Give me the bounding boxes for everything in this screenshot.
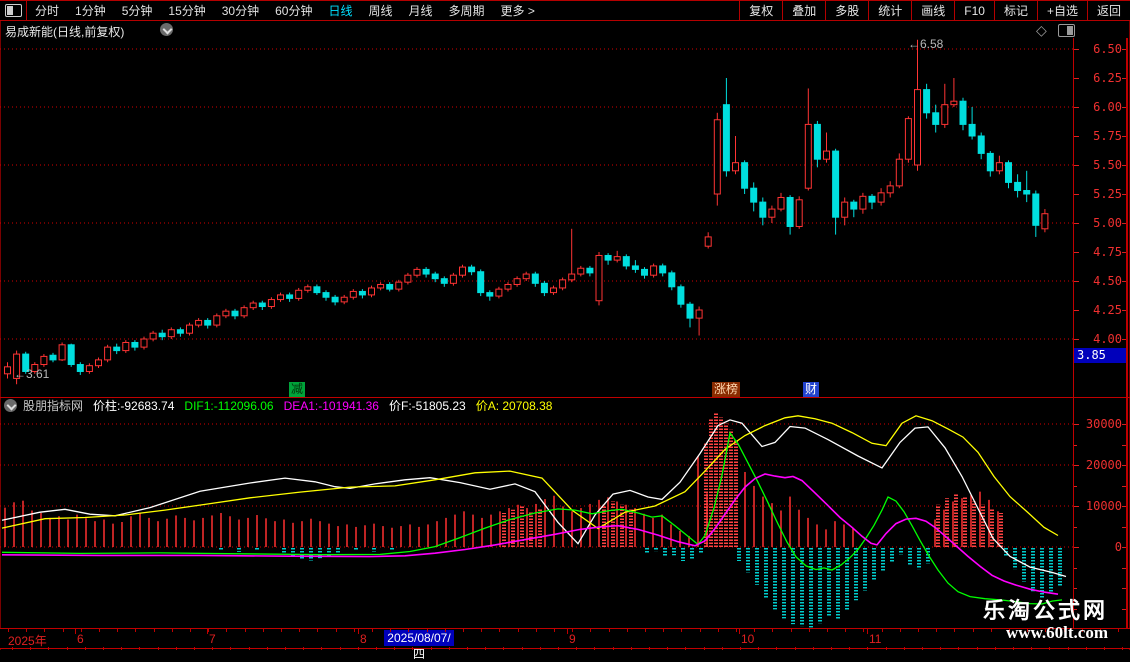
diamond-icon[interactable]: ◇ (1036, 22, 1047, 39)
price-tick-label: 4.25 (1093, 303, 1122, 317)
month-label-9: 9 (569, 632, 576, 646)
panel-toggle-icon (5, 4, 22, 17)
date-axis[interactable]: 2025年 6 7 8 9 10 11 2025/08/07/四 (0, 628, 1130, 649)
toolbar-right-group: 复权 叠加 多股 统计 画线 F10 标记 +自选 返回 (739, 1, 1130, 20)
indicator-svg (0, 412, 1073, 628)
title-dropdown-icon[interactable] (160, 23, 173, 36)
button-multistock[interactable]: 多股 (825, 1, 868, 20)
tab-60min[interactable]: 60分钟 (275, 2, 312, 19)
top-toolbar: 分时 1分钟 5分钟 15分钟 30分钟 60分钟 日线 周线 月线 多周期 更… (0, 0, 1130, 21)
button-drawline[interactable]: 画线 (911, 1, 954, 20)
button-fuquan[interactable]: 复权 (739, 1, 782, 20)
high-price-label: ←6.58 (908, 37, 943, 51)
button-back[interactable]: 返回 (1087, 1, 1130, 20)
panel-toggle-button[interactable] (0, 1, 27, 20)
low-price-label: ←3.61 (14, 367, 49, 381)
month-label-10: 10 (741, 632, 754, 646)
price-tick-label: 5.75 (1093, 129, 1122, 143)
cursor-date-box: 2025/08/07/四 (384, 630, 454, 646)
button-mark[interactable]: 标记 (994, 1, 1037, 20)
main-candlestick-chart[interactable] (0, 38, 1073, 398)
price-tick-label: 5.50 (1093, 158, 1122, 172)
price-tick-label: 4.50 (1093, 274, 1122, 288)
price-tick-label: 5.25 (1093, 187, 1122, 201)
tab-multiperiod[interactable]: 多周期 (449, 2, 485, 19)
indicator-field-2: DEA1:-101941.36 (284, 399, 379, 413)
price-tick-label: 4.00 (1093, 332, 1122, 346)
tab-15min[interactable]: 15分钟 (168, 2, 205, 19)
price-axis[interactable]: 3.85 6.50 6.25 6.00 5.75 5.50 5.25 5.00 4.75 4.5… (1073, 38, 1126, 628)
tab-daily[interactable]: 日线 (328, 2, 352, 19)
tab-monthly[interactable]: 月线 (409, 2, 433, 19)
tab-1min[interactable]: 1分钟 (75, 2, 106, 19)
indicator-dropdown-icon[interactable] (4, 399, 17, 412)
button-f10[interactable]: F10 (954, 1, 994, 20)
indicator-chart[interactable] (0, 412, 1073, 628)
price-tick-label: 4.75 (1093, 245, 1122, 259)
indicator-tick-label: 30000 (1086, 417, 1122, 431)
title-bar: 易成新能(日线,前复权) ◇ (0, 22, 1130, 38)
price-tick-label: 6.25 (1093, 71, 1122, 85)
tab-5min[interactable]: 5分钟 (122, 2, 153, 19)
price-tag: 3.85 (1074, 348, 1126, 363)
indicator-header: 股朋指标网 价柱:-92683.74 DIF1:-112096.06 DEA1:… (0, 399, 1073, 412)
month-label-11: 11 (869, 632, 881, 646)
month-label-6: 6 (77, 632, 84, 646)
right-scale-strip[interactable] (1126, 38, 1130, 628)
badge-cai[interactable]: 财 (803, 382, 819, 397)
indicator-tick-label: 10000 (1086, 499, 1122, 513)
price-tick-label: 6.50 (1093, 42, 1122, 56)
button-overlay[interactable]: 叠加 (782, 1, 825, 20)
year-label: 2025年 (8, 632, 47, 649)
badge-jian[interactable]: 减 (289, 382, 305, 397)
month-label-7: 7 (209, 632, 216, 646)
price-tick-label: 5.00 (1093, 216, 1122, 230)
indicator-field-1: DIF1:-112096.06 (184, 399, 273, 413)
button-add-watchlist[interactable]: +自选 (1037, 1, 1087, 20)
tab-fenshi[interactable]: 分时 (35, 2, 59, 19)
badge-zhangbang[interactable]: 涨榜 (712, 382, 740, 397)
price-tick-label: 6.00 (1093, 100, 1122, 114)
indicator-tick-label: 20000 (1086, 458, 1122, 472)
indicator-tick-label: 0 (1115, 540, 1122, 554)
kline-svg (0, 38, 1073, 398)
month-label-8: 8 (360, 632, 367, 646)
button-stats[interactable]: 统计 (868, 1, 911, 20)
tab-more[interactable]: 更多 > (501, 2, 535, 19)
tab-30min[interactable]: 30分钟 (222, 2, 259, 19)
tab-weekly[interactable]: 周线 (368, 2, 392, 19)
